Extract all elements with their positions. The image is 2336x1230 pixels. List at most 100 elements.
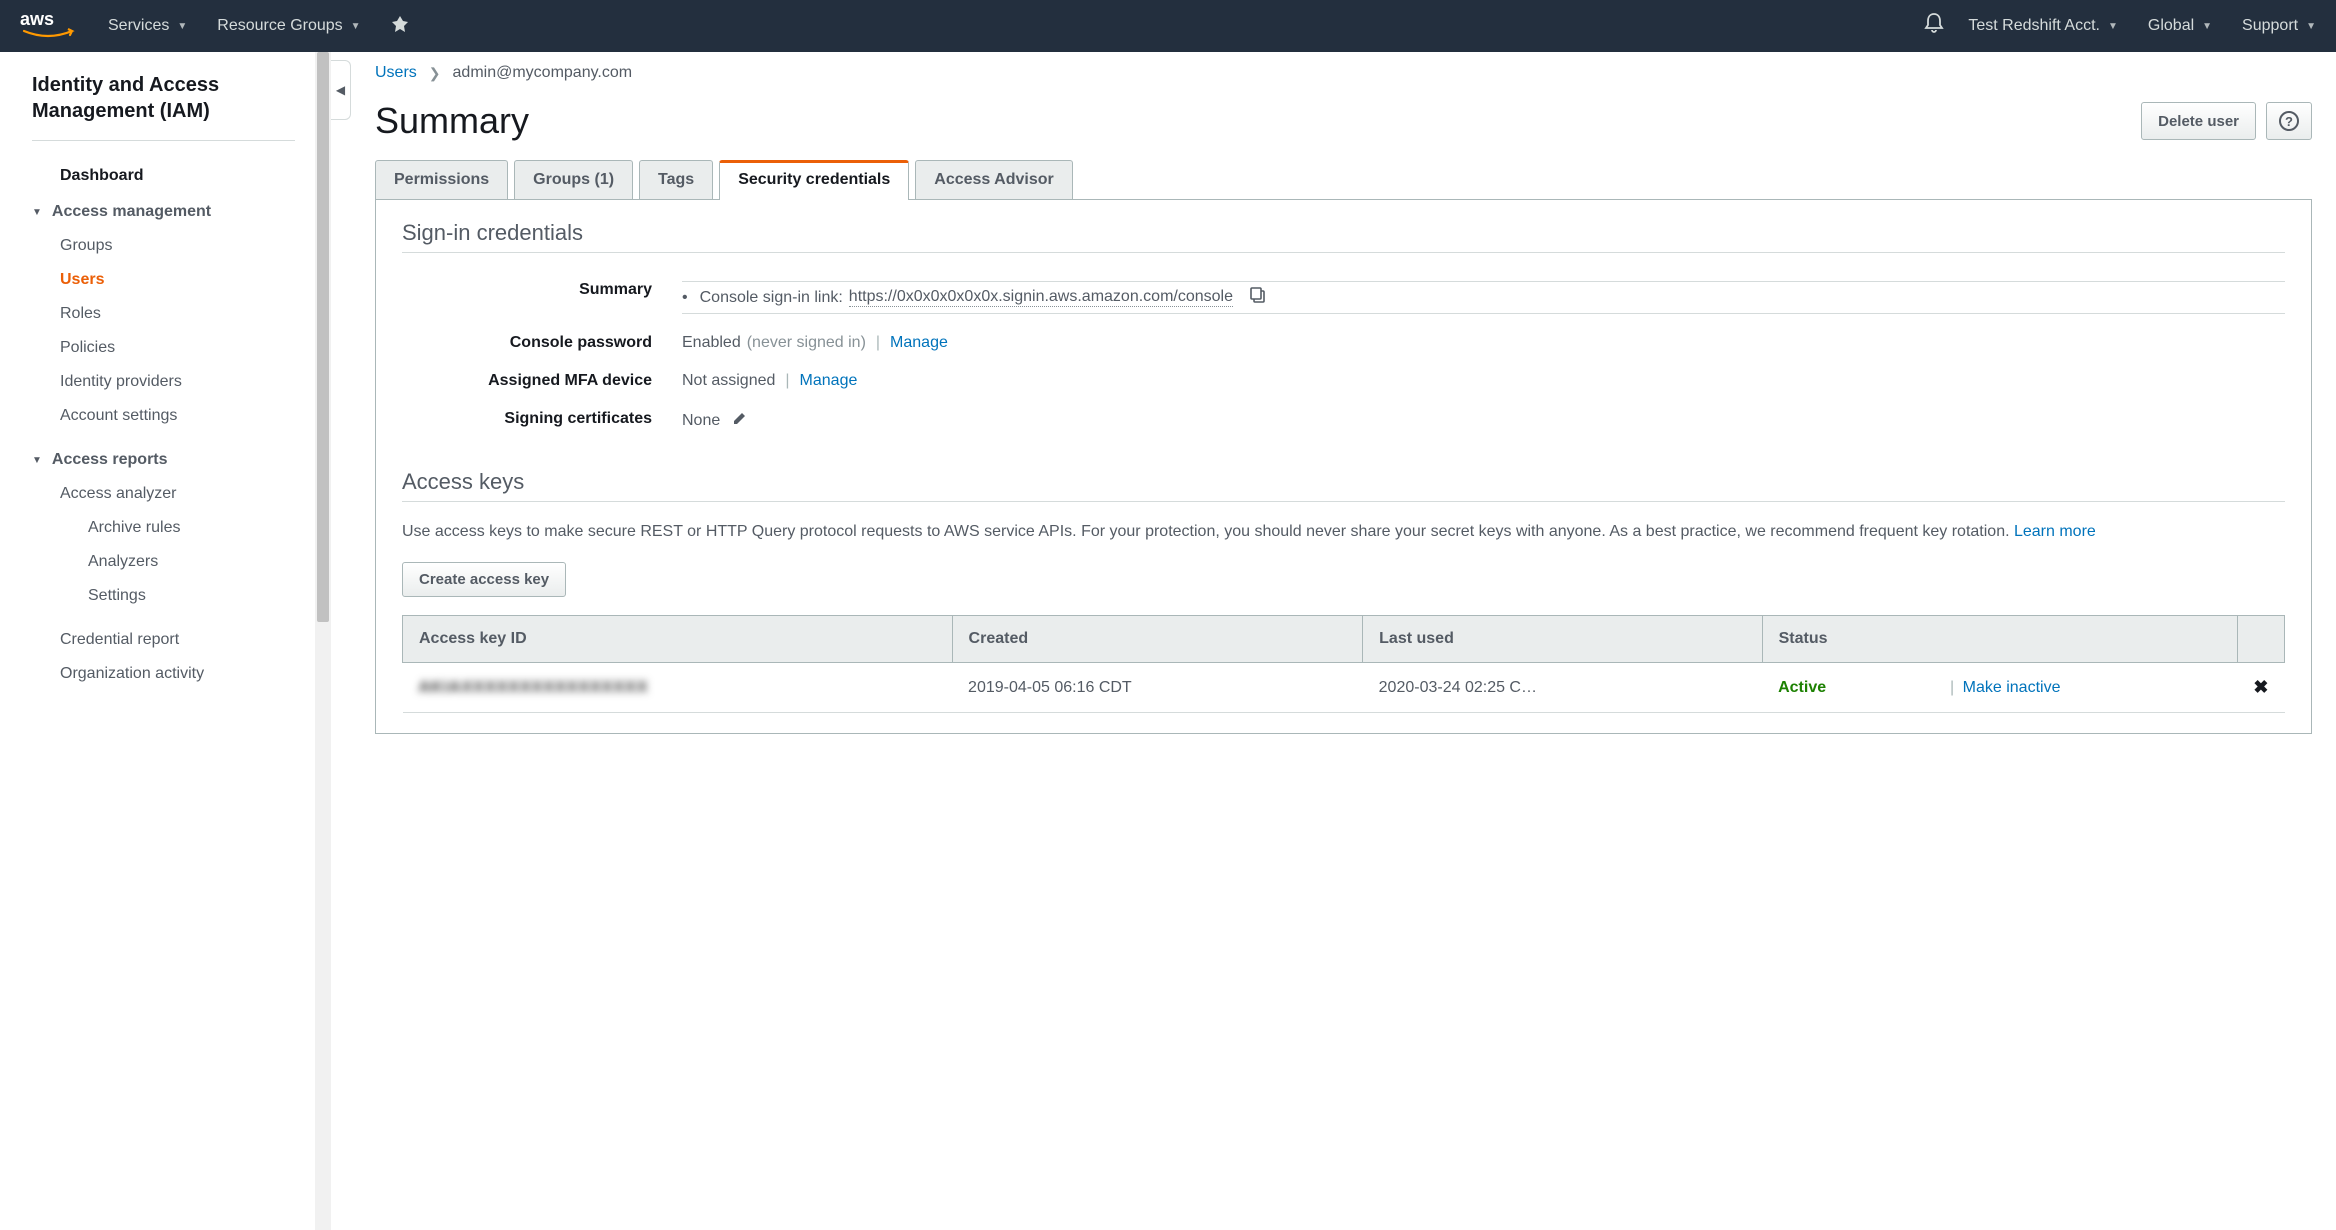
tab-access-advisor[interactable]: Access Advisor: [915, 160, 1072, 199]
access-key-last-used: 2020-03-24 02:25 C…: [1363, 663, 1762, 713]
col-last-used: Last used: [1363, 616, 1762, 663]
sidebar-item-policies[interactable]: Policies: [32, 331, 315, 365]
tabs: Permissions Groups (1) Tags Security cre…: [375, 160, 2312, 200]
divider: [32, 140, 295, 141]
learn-more-link[interactable]: Learn more: [2014, 523, 2096, 540]
sidebar: Identity and Access Management (IAM) Das…: [0, 52, 315, 1230]
delete-key-icon[interactable]: ✖: [2253, 677, 2268, 697]
sidebar-item-users[interactable]: Users: [32, 263, 315, 297]
signin-link-text: Console sign-in link:: [700, 289, 843, 307]
sidebar-group-access-reports[interactable]: ▼ Access reports: [32, 443, 315, 477]
resource-groups-menu[interactable]: Resource Groups ▼: [217, 17, 360, 35]
scrollbar-thumb[interactable]: [317, 52, 329, 622]
top-navigation: aws Services ▼ Resource Groups ▼ Test Re…: [0, 0, 2336, 52]
breadcrumb-users-link[interactable]: Users: [375, 64, 417, 82]
signin-link-url[interactable]: https://0x0x0x0x0x0x.signin.aws.amazon.c…: [849, 288, 1233, 307]
col-status: Status: [1762, 616, 2237, 663]
caret-down-icon: ▼: [177, 21, 187, 32]
field-value-password: Enabled (never signed in) | Manage: [682, 334, 2285, 352]
access-keys-table: Access key ID Created Last used Status A…: [402, 615, 2285, 713]
divider: [402, 252, 2285, 253]
password-enabled: Enabled: [682, 334, 741, 352]
support-menu[interactable]: Support ▼: [2242, 17, 2316, 35]
notifications-icon[interactable]: [1924, 12, 1944, 40]
col-created: Created: [952, 616, 1363, 663]
sidebar-scrollbar[interactable]: [315, 52, 331, 1230]
sidebar-group-access-management[interactable]: ▼ Access management: [32, 195, 315, 229]
tab-security-credentials[interactable]: Security credentials: [719, 160, 909, 199]
sidebar-collapse-handle[interactable]: ◀: [331, 60, 351, 120]
sidebar-item-analyzers[interactable]: Analyzers: [32, 545, 315, 579]
section-title-access-keys: Access keys: [402, 469, 2285, 495]
page-title: Summary: [375, 100, 529, 142]
table-header-row: Access key ID Created Last used Status: [403, 616, 2285, 663]
sidebar-item-archive-rules[interactable]: Archive rules: [32, 511, 315, 545]
field-value-certs: None: [682, 410, 2285, 431]
manage-mfa-link[interactable]: Manage: [800, 372, 858, 390]
sidebar-title: Identity and Access Management (IAM): [32, 72, 315, 124]
access-key-id-value: AKIAXXXXXXXXXXXXXXXX: [419, 679, 649, 696]
manage-password-link[interactable]: Manage: [890, 334, 948, 352]
tab-groups[interactable]: Groups (1): [514, 160, 633, 199]
support-label: Support: [2242, 17, 2298, 35]
caret-down-icon: ▼: [2108, 21, 2118, 32]
services-label: Services: [108, 17, 169, 35]
sidebar-group-label: Access management: [52, 203, 211, 221]
aws-logo[interactable]: aws: [20, 9, 78, 43]
field-label-summary: Summary: [402, 281, 682, 314]
sidebar-item-settings[interactable]: Settings: [32, 579, 315, 613]
delete-user-button[interactable]: Delete user: [2141, 102, 2256, 140]
access-key-created: 2019-04-05 06:16 CDT: [952, 663, 1363, 713]
chevron-left-icon: ◀: [336, 83, 345, 97]
pin-icon[interactable]: [391, 15, 409, 38]
make-inactive-link[interactable]: Make inactive: [1963, 679, 2061, 696]
divider: [402, 501, 2285, 502]
breadcrumb: Users ❯ admin@mycompany.com: [375, 64, 2312, 82]
caret-down-icon: ▼: [2306, 21, 2316, 32]
bullet-icon: •: [682, 289, 688, 307]
sidebar-item-organization-activity[interactable]: Organization activity: [32, 657, 315, 691]
triangle-down-icon: ▼: [32, 207, 42, 218]
sidebar-item-credential-report[interactable]: Credential report: [32, 623, 315, 657]
edit-icon[interactable]: [732, 410, 748, 431]
access-key-status: Active: [1778, 679, 1826, 696]
region-menu[interactable]: Global ▼: [2148, 17, 2212, 35]
tab-panel-security-credentials: Sign-in credentials Summary • Console si…: [375, 200, 2312, 734]
caret-down-icon: ▼: [351, 21, 361, 32]
field-label-certs: Signing certificates: [402, 410, 682, 431]
tab-permissions[interactable]: Permissions: [375, 160, 508, 199]
help-button[interactable]: ?: [2266, 102, 2312, 140]
field-summary: Summary • Console sign-in link: https://…: [402, 271, 2285, 324]
field-label-password: Console password: [402, 334, 682, 352]
main-content: Users ❯ admin@mycompany.com Summary Dele…: [351, 52, 2336, 1230]
field-console-password: Console password Enabled (never signed i…: [402, 324, 2285, 362]
field-value-summary: • Console sign-in link: https://0x0x0x0x…: [682, 281, 2285, 314]
header-actions: Delete user ?: [2141, 102, 2312, 140]
caret-down-icon: ▼: [2202, 21, 2212, 32]
sidebar-item-access-analyzer[interactable]: Access analyzer: [32, 477, 315, 511]
chevron-right-icon: ❯: [429, 65, 441, 82]
certs-value: None: [682, 412, 720, 430]
region-label: Global: [2148, 17, 2194, 35]
page-header: Summary Delete user ?: [375, 100, 2312, 142]
section-title-signin: Sign-in credentials: [402, 220, 2285, 246]
tab-tags[interactable]: Tags: [639, 160, 713, 199]
mfa-value: Not assigned: [682, 372, 775, 390]
password-note: (never signed in): [747, 334, 866, 352]
sidebar-item-roles[interactable]: Roles: [32, 297, 315, 331]
sidebar-item-dashboard[interactable]: Dashboard: [32, 157, 315, 195]
access-keys-desc-text: Use access keys to make secure REST or H…: [402, 523, 2014, 540]
sidebar-item-groups[interactable]: Groups: [32, 229, 315, 263]
account-menu[interactable]: Test Redshift Acct. ▼: [1968, 17, 2118, 35]
separator: |: [876, 334, 880, 352]
copy-icon[interactable]: [1249, 286, 1267, 309]
create-access-key-button[interactable]: Create access key: [402, 562, 566, 597]
col-delete: [2237, 616, 2284, 663]
sidebar-item-account-settings[interactable]: Account settings: [32, 399, 315, 433]
services-menu[interactable]: Services ▼: [108, 17, 187, 35]
triangle-down-icon: ▼: [32, 455, 42, 466]
field-signing-certs: Signing certificates None: [402, 400, 2285, 441]
table-row: AKIAXXXXXXXXXXXXXXXX 2019-04-05 06:16 CD…: [403, 663, 2285, 713]
sidebar-item-identity-providers[interactable]: Identity providers: [32, 365, 315, 399]
sidebar-group-label: Access reports: [52, 451, 168, 469]
